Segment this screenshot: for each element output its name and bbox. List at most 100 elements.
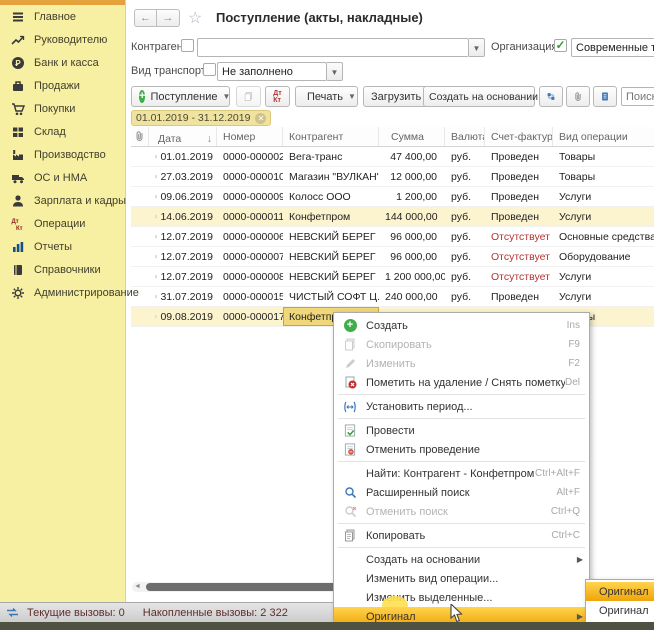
magnifier-icon	[342, 485, 358, 500]
grid-icon	[10, 124, 25, 139]
factory-icon	[10, 147, 25, 162]
table-row[interactable]: 12.07.2019 0000-000006 НЕВСКИЙ БЕРЕГ ...…	[131, 227, 654, 247]
cart-icon	[10, 101, 25, 116]
sidebar-item-main[interactable]: Главное	[0, 5, 125, 28]
menu-item-advanced-search[interactable]: Расширенный поиск Alt+F	[334, 483, 589, 502]
attachment-column-icon[interactable]	[131, 127, 149, 146]
menu-item-set-period[interactable]: Установить период...	[334, 397, 589, 416]
menu-item-create-based[interactable]: Создать на основании ▶	[334, 550, 589, 569]
table-row[interactable]: 09.06.2019 0000-000009 Колосс ООО 1 200,…	[131, 187, 654, 207]
sidebar-item-assets[interactable]: ОС и НМА	[0, 166, 125, 189]
menu-separator	[338, 547, 585, 548]
receipt-create-button[interactable]: + Поступление▼	[131, 86, 230, 107]
menu-separator	[338, 394, 585, 395]
submenu-item-original-2[interactable]: Оригинал	[586, 601, 654, 620]
column-currency[interactable]: Валюта	[445, 127, 485, 146]
trend-icon	[10, 32, 25, 47]
sidebar-item-administration[interactable]: Администрирование	[0, 281, 125, 304]
submenu-item-original-1[interactable]: Оригинал	[586, 582, 654, 601]
favorite-star-icon[interactable]: ☆	[188, 8, 202, 28]
menu-item-copy-new[interactable]: Скопировать F9	[334, 335, 589, 354]
forward-button[interactable]: →	[157, 9, 180, 27]
column-invoice[interactable]: Счет-фактура	[485, 127, 553, 146]
transport-input[interactable]	[217, 62, 327, 81]
create-icon: +	[342, 318, 358, 333]
table-row[interactable]: 31.07.2019 0000-000015 ЧИСТЫЙ СОФТ Ц... …	[131, 287, 654, 307]
period-filter-chip[interactable]: 01.01.2019 - 31.12.2019 ✕	[131, 110, 271, 126]
report-icon	[601, 90, 609, 103]
search-input[interactable]	[621, 87, 654, 106]
create-based-button[interactable]: Создать на основании▼	[423, 86, 535, 107]
menu-item-post[interactable]: Провести	[334, 421, 589, 440]
sidebar-item-purchases[interactable]: Покупки	[0, 97, 125, 120]
person-icon	[10, 193, 25, 208]
sidebar-item-production[interactable]: Производство	[0, 143, 125, 166]
copy-document-button[interactable]	[236, 86, 261, 107]
caret-icon: ▼	[348, 92, 356, 101]
menu-icon	[10, 9, 25, 24]
transport-dropdown-arrow[interactable]: ▼	[327, 62, 343, 81]
column-number[interactable]: Номер	[217, 127, 283, 146]
sidebar-item-operations[interactable]: ДтКт Операции	[0, 212, 125, 235]
menu-item-change-operation[interactable]: Изменить вид операции...	[334, 569, 589, 588]
dtkt-button[interactable]: ДтКт	[265, 86, 290, 107]
table-row[interactable]: 27.03.2019 0000-000010 Магазин "ВУЛКАН" …	[131, 167, 654, 187]
menu-separator	[338, 523, 585, 524]
column-contractor[interactable]: Контрагент	[283, 127, 379, 146]
column-operation[interactable]: Вид операции	[553, 127, 654, 146]
sidebar-item-references[interactable]: Справочники	[0, 258, 125, 281]
book-icon	[10, 262, 25, 277]
organization-checkbox[interactable]: ✓	[554, 39, 567, 52]
menu-item-edit[interactable]: Изменить F2	[334, 354, 589, 373]
menu-separator	[338, 461, 585, 462]
chip-close-icon[interactable]: ✕	[255, 113, 266, 124]
period-icon	[342, 399, 358, 414]
menu-item-copy-clipboard[interactable]: Копировать Ctrl+C	[334, 526, 589, 545]
sidebar-item-warehouse[interactable]: Склад	[0, 120, 125, 143]
menu-item-edit-selected[interactable]: Изменить выделенные...	[334, 588, 589, 607]
bank-ruble-icon: P	[10, 55, 25, 70]
submenu-arrow-icon: ▶	[577, 612, 583, 621]
delete-mark-icon	[342, 375, 358, 390]
print-button[interactable]: Печать▼	[295, 86, 358, 107]
column-sum[interactable]: Сумма	[379, 127, 445, 146]
briefcase-icon	[10, 78, 25, 93]
table-row-selected[interactable]: 14.06.2019 0000-000011 Конфетпром 144 00…	[131, 207, 654, 227]
column-date[interactable]: Дата↓	[149, 127, 217, 146]
menu-item-cancel-search[interactable]: Отменить поиск Ctrl+Q	[334, 502, 589, 521]
contractor-checkbox[interactable]	[181, 39, 194, 52]
menu-item-find-contractor[interactable]: Найти: Контрагент - Конфетпром Ctrl+Alt+…	[334, 464, 589, 483]
related-docs-icon	[547, 90, 555, 103]
pencil-icon	[342, 356, 358, 371]
attachments-button[interactable]	[566, 86, 590, 107]
paperclip-icon	[574, 90, 582, 103]
table-row[interactable]: 12.07.2019 0000-000007 НЕВСКИЙ БЕРЕГ ...…	[131, 247, 654, 267]
scroll-left-icon[interactable]: ◄	[134, 583, 141, 590]
menu-item-mark-deletion[interactable]: Пометить на удаление / Снять пометку Del	[334, 373, 589, 392]
contractor-dropdown-arrow[interactable]: ▼	[469, 38, 485, 57]
contractor-input[interactable]	[197, 38, 469, 57]
bar-chart-icon	[10, 239, 25, 254]
transport-checkbox[interactable]	[203, 63, 216, 76]
truck-icon	[10, 170, 25, 185]
back-button[interactable]: ←	[134, 9, 157, 27]
context-menu: + Создать Ins Скопировать F9 Изменить F2…	[333, 312, 590, 627]
organization-label: Организация:	[491, 41, 560, 53]
table-header: Дата↓ Номер Контрагент Сумма Валюта Счет…	[131, 127, 654, 147]
svg-text:Кт: Кт	[16, 226, 23, 231]
sidebar-item-salary[interactable]: Зарплата и кадры	[0, 189, 125, 212]
table-row[interactable]: 01.01.2019 0000-000002 Вега-транс 47 400…	[131, 147, 654, 167]
sidebar: Главное Руководителю P Банк и касса Прод…	[0, 0, 125, 602]
related-documents-button[interactable]	[539, 86, 563, 107]
sidebar-item-sales[interactable]: Продажи	[0, 74, 125, 97]
report-button[interactable]	[593, 86, 617, 107]
menu-item-create[interactable]: + Создать Ins	[334, 316, 589, 335]
sidebar-item-manager[interactable]: Руководителю	[0, 28, 125, 51]
history-nav: ← →	[134, 9, 180, 27]
organization-input[interactable]	[571, 38, 654, 57]
menu-item-unpost[interactable]: Отменить проведение	[334, 440, 589, 459]
sidebar-item-reports[interactable]: Отчеты	[0, 235, 125, 258]
copy-icon	[244, 90, 253, 103]
table-row[interactable]: 12.07.2019 0000-000008 НЕВСКИЙ БЕРЕГ ...…	[131, 267, 654, 287]
sidebar-item-bank[interactable]: P Банк и касса	[0, 51, 125, 74]
